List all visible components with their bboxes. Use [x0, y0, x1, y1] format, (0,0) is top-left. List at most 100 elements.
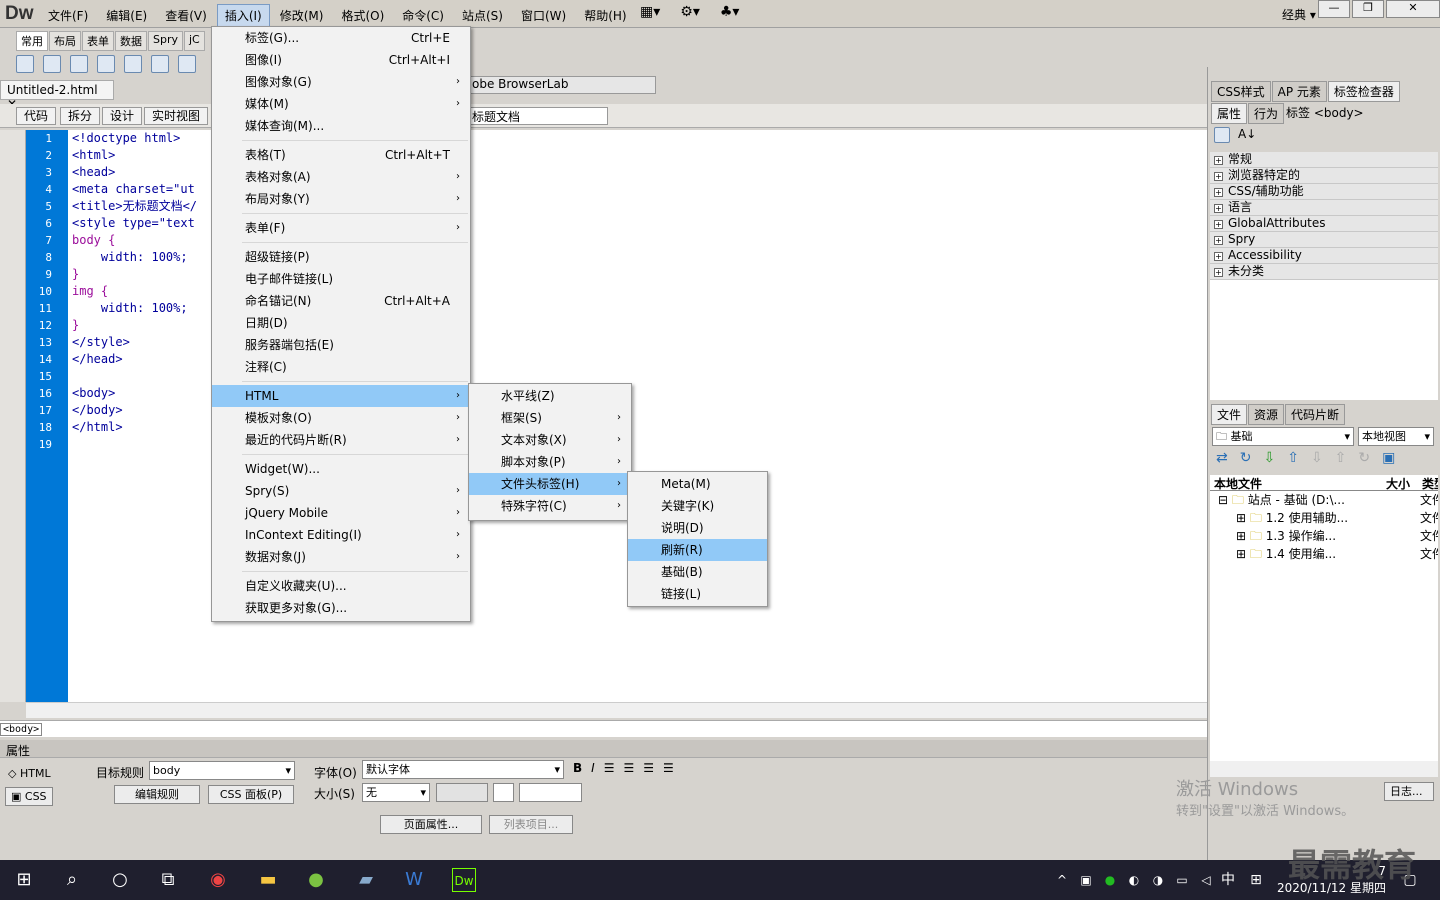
keyboard-icon[interactable]: ⊞ — [1244, 868, 1268, 892]
ime-indicator[interactable]: 中 — [1216, 868, 1240, 892]
expand-icon[interactable]: + — [1214, 220, 1223, 229]
expand-icon[interactable]: + — [1214, 236, 1223, 245]
expand-icon[interactable]: ⊞ — [1236, 529, 1250, 543]
qq2-icon[interactable]: ◑ — [1146, 868, 1170, 892]
col-type[interactable]: 类型 — [1422, 475, 1438, 492]
file-explorer-icon[interactable]: ▬ — [256, 868, 280, 892]
close-button[interactable]: ✕ — [1386, 0, 1440, 18]
view-button[interactable]: 实时视图 — [144, 107, 209, 125]
edit-rule-button[interactable]: 编辑规则 — [114, 785, 200, 804]
expand-icon[interactable]: + — [1214, 204, 1223, 213]
word-icon[interactable]: W — [402, 868, 426, 892]
hyperlink-icon[interactable] — [16, 55, 34, 73]
menu-item[interactable]: 刷新(R) — [628, 539, 767, 561]
menu-item[interactable]: 文本对象(X) › — [469, 429, 631, 451]
menu-item[interactable]: 修改(M) — [272, 4, 332, 27]
horizontal-scrollbar[interactable] — [26, 702, 1207, 718]
menu-item[interactable]: 表单(F) › — [212, 217, 470, 239]
menu-item[interactable]: 超级链接(P) — [212, 246, 470, 268]
menu-item[interactable]: 链接(L) — [628, 583, 767, 605]
view-select[interactable]: 本地视图 ▾ — [1358, 427, 1434, 446]
network-icon[interactable]: ▭ — [1170, 868, 1194, 892]
title-input[interactable]: 标题文档 — [468, 107, 608, 125]
anchor-icon[interactable] — [70, 55, 88, 73]
align-left-icon[interactable]: ☰ — [604, 761, 615, 775]
menu-item[interactable]: 插入(I) — [216, 4, 270, 27]
windows-start-icon[interactable]: ⊞ — [12, 868, 36, 892]
file-row[interactable]: ⊞ 🗀 1.4 使用编... 文件 — [1210, 545, 1438, 563]
panel-tab[interactable]: 资源 — [1248, 404, 1285, 425]
list-item-button[interactable]: 列表项目... — [489, 815, 573, 834]
site-icon[interactable]: ♣▾ — [720, 4, 740, 20]
menu-item[interactable]: 脚本对象(P) › — [469, 451, 631, 473]
qq-icon[interactable]: ◐ — [1122, 868, 1146, 892]
attribute-category[interactable]: + GlobalAttributes — [1210, 216, 1438, 232]
insert-tab[interactable]: 表单 — [82, 31, 114, 51]
body-tag[interactable]: <body> — [0, 723, 43, 736]
cortana-icon[interactable]: ○ — [108, 868, 132, 892]
insert-tab[interactable]: 常用 — [16, 31, 48, 51]
page-properties-button[interactable]: 页面属性... — [380, 815, 482, 834]
hr-icon[interactable] — [97, 55, 115, 73]
dreamweaver-taskbar-icon[interactable]: Dw — [452, 868, 476, 892]
category-view-icon[interactable] — [1214, 127, 1230, 143]
notepad-icon[interactable]: ▰ — [354, 868, 378, 892]
tray-app-icon[interactable]: ▣ — [1074, 868, 1098, 892]
menu-item[interactable]: 布局对象(Y) › — [212, 188, 470, 210]
view-button[interactable]: 设计 — [102, 107, 143, 125]
layout-icon[interactable]: ▦▾ — [640, 4, 660, 20]
size-unit-select[interactable] — [436, 783, 488, 802]
size-select[interactable]: 无 ▾ — [362, 783, 430, 802]
italic-icon[interactable]: I — [591, 761, 595, 775]
panel-tab[interactable]: 标签检查器 — [1327, 81, 1400, 102]
menu-item[interactable]: 窗口(W) — [513, 4, 574, 27]
wechat-icon[interactable]: ● — [1098, 868, 1122, 892]
panel-tab[interactable]: CSS样式 — [1211, 81, 1271, 102]
menu-item[interactable]: 文件头标签(H) › — [469, 473, 631, 495]
menu-item[interactable]: 表格对象(A) › — [212, 166, 470, 188]
expand-icon[interactable]: + — [1214, 188, 1223, 197]
put-icon[interactable]: ⇧ — [1287, 450, 1299, 466]
col-size[interactable]: 大小 — [1386, 475, 1410, 492]
chrome-icon[interactable]: ◉ — [206, 868, 230, 892]
menu-item[interactable]: 标签(G)... Ctrl+E — [212, 27, 470, 49]
attribute-category[interactable]: + CSS/辅助功能 — [1210, 184, 1438, 200]
menu-item[interactable]: 注释(C) — [212, 356, 470, 378]
menu-item[interactable]: 最近的代码片断(R) › — [212, 429, 470, 451]
site-select[interactable]: 🗀 基础 ▾ — [1212, 427, 1354, 446]
menu-item[interactable]: 查看(V) — [157, 4, 215, 27]
menu-item[interactable]: 帮助(H) — [576, 4, 634, 27]
attribute-category[interactable]: + 常规 — [1210, 152, 1438, 168]
file-row[interactable]: ⊞ 🗀 1.2 使用辅助... 文件 — [1210, 509, 1438, 527]
insert-tab[interactable]: 布局 — [49, 31, 81, 51]
expand-icon[interactable]: + — [1214, 268, 1223, 277]
attribute-category[interactable]: + 语言 — [1210, 200, 1438, 216]
align-right-icon[interactable]: ☰ — [643, 761, 654, 775]
div-icon[interactable] — [151, 55, 169, 73]
document-tab[interactable]: Untitled-2.html ✕ — [0, 80, 114, 111]
menu-item[interactable]: Meta(M) — [628, 473, 767, 495]
font-select[interactable]: 默认字体 ▾ — [362, 760, 564, 779]
sort-icon[interactable]: A↓ — [1238, 127, 1256, 143]
view-button[interactable]: 代码 — [16, 107, 57, 125]
checkin-icon[interactable]: ⇧ — [1335, 450, 1347, 466]
volume-icon[interactable]: ◁ — [1194, 868, 1218, 892]
css-mode-button[interactable]: ▣ CSS — [5, 787, 53, 806]
panel-tab[interactable]: 文件 — [1211, 404, 1248, 425]
image-icon[interactable] — [178, 55, 196, 73]
attribute-category[interactable]: + Accessibility — [1210, 248, 1438, 264]
panel-tab[interactable]: 代码片断 — [1285, 404, 1346, 425]
task-view-icon[interactable]: ⧉ — [156, 868, 180, 892]
panel-tab[interactable]: 行为 — [1248, 103, 1285, 124]
workspace-switcher[interactable]: 经典 ▾ — [1282, 6, 1316, 23]
menu-item[interactable]: 编辑(E) — [98, 4, 155, 27]
menu-item[interactable]: 基础(B) — [628, 561, 767, 583]
menu-item[interactable]: 获取更多对象(G)... — [212, 597, 470, 619]
menu-item[interactable]: 图像(I) Ctrl+Alt+I — [212, 49, 470, 71]
view-button[interactable]: 拆分 — [60, 107, 101, 125]
attribute-category[interactable]: + 浏览器特定的 — [1210, 168, 1438, 184]
menu-item[interactable]: 数据对象(J) › — [212, 546, 470, 568]
email-icon[interactable] — [43, 55, 61, 73]
expand-icon[interactable]: + — [1214, 156, 1223, 165]
menu-item[interactable]: 电子邮件链接(L) — [212, 268, 470, 290]
